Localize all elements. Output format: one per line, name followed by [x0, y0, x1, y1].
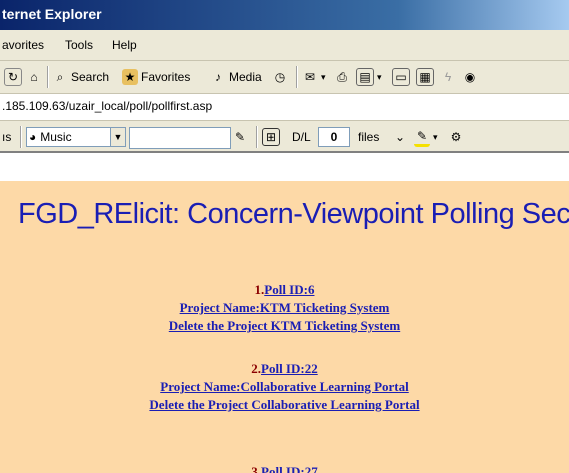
music-select[interactable]: ◕ Music ▼ [26, 127, 126, 147]
history-button[interactable]: ◷ [272, 67, 288, 87]
browser-chrome: avorites Tools Help ↻ ⌂ ⌕ Search ★ Favorit… [0, 30, 569, 153]
poll-item: 3.Poll ID:27 [0, 463, 569, 473]
select-chevron-icon[interactable]: ▼ [110, 128, 125, 146]
project-name-link[interactable]: Project Name:Collaborative Learning Port… [160, 379, 409, 394]
print-button[interactable]: ⎙ [334, 67, 350, 87]
collapse-button[interactable]: ⌄ [392, 127, 408, 147]
research-icon: ▦ [416, 68, 434, 86]
edit-button[interactable]: ▤ ▾ [356, 67, 382, 87]
mail-button[interactable]: ✉ ▾ [302, 67, 326, 87]
address-bar[interactable]: .185.109.63/uzair_local/poll/pollfirst.a… [0, 94, 569, 121]
history-icon: ◷ [274, 70, 286, 84]
links-left-label: ıs [2, 130, 12, 144]
poll-number: 2. [251, 361, 262, 376]
tools-button[interactable]: ⚙ [448, 127, 464, 147]
poll-id-link[interactable]: Poll ID:27 [261, 464, 318, 473]
address-url[interactable]: .185.109.63/uzair_local/poll/pollfirst.a… [2, 99, 212, 113]
standard-toolbar: ↻ ⌂ ⌕ Search ★ Favorites ♪ Media ◷ ✉ ▾ ⎙ ▤ ▾ … [0, 61, 569, 94]
poll-id-link[interactable]: Poll ID:6 [264, 282, 314, 297]
search-icon: ⌕ [56, 70, 64, 84]
favorites-button[interactable]: ★ Favorites [122, 67, 190, 87]
delete-project-link[interactable]: Delete the Project KTM Ticketing System [169, 318, 400, 333]
poll-number: 1. [254, 282, 265, 297]
highlighter-icon: ✎ [414, 128, 430, 147]
delete-project-link[interactable]: Delete the Project Collaborative Learnin… [149, 397, 419, 412]
search-pen-icon: ✎ [234, 130, 246, 144]
highlight-chevron-icon: ▾ [433, 131, 438, 142]
tools-icon: ⚙ [450, 130, 462, 144]
home-button[interactable]: ⌂ [26, 67, 42, 87]
page-title: FGD_RElicit: Concern-Viewpoint Polling S… [18, 198, 569, 230]
files-label: files [358, 130, 380, 144]
poll-number: 3. [251, 464, 262, 473]
refresh-button[interactable]: ↻ [4, 67, 22, 87]
refresh-icon: ↻ [4, 68, 22, 86]
search-button[interactable]: ⌕ Search [52, 67, 109, 87]
print-icon: ⎙ [337, 70, 347, 84]
links-toolbar: ıs ◕ Music ▼ ✎ ⊞ D/L 0 files ⌄ ✎ ▾ ⚙ [0, 121, 569, 153]
poll-item: 2.Poll ID:22 Project Name:Collaborative … [0, 360, 569, 414]
links-search-input[interactable] [129, 127, 231, 149]
messenger-icon: ◉ [464, 70, 476, 84]
search-go-button[interactable]: ✎ [232, 127, 248, 147]
window-titlebar: ternet Explorer [0, 0, 569, 30]
menu-bar: avorites Tools Help [0, 30, 569, 61]
menu-favorites[interactable]: avorites [2, 38, 44, 52]
flash-icon: ϟ [444, 70, 452, 84]
chevron-down-icon: ⌄ [394, 130, 406, 144]
edit-icon: ▤ [356, 68, 374, 86]
home-icon: ⌂ [30, 70, 38, 84]
poll-item: 1.Poll ID:6 Project Name:KTM Ticketing S… [0, 281, 569, 335]
mail-chevron-icon: ▾ [321, 71, 326, 82]
page-content: FGD_RElicit: Concern-Viewpoint Polling S… [0, 181, 569, 473]
view-icon: ⊞ [262, 128, 280, 146]
music-icon: ◕ [29, 130, 37, 144]
menu-help[interactable]: Help [112, 38, 137, 52]
favorites-icon: ★ [122, 69, 138, 85]
highlight-button[interactable]: ✎ ▾ [414, 127, 438, 147]
window-title: ternet Explorer [2, 6, 102, 22]
edit-chevron-icon: ▾ [377, 71, 382, 82]
discuss-button[interactable]: ▭ [392, 67, 410, 87]
media-button[interactable]: ♪ Media [210, 67, 262, 87]
poll-id-link[interactable]: Poll ID:22 [261, 361, 318, 376]
flash-button[interactable]: ϟ [440, 67, 456, 87]
discuss-icon: ▭ [392, 68, 410, 86]
messenger-button[interactable]: ◉ [462, 67, 478, 87]
dl-count: 0 [318, 127, 350, 147]
menu-tools[interactable]: Tools [65, 38, 93, 52]
project-name-link[interactable]: Project Name:KTM Ticketing System [180, 300, 390, 315]
mail-icon: ✉ [304, 70, 316, 84]
dl-label: D/L [292, 130, 311, 144]
media-icon: ♪ [215, 70, 221, 84]
research-button[interactable]: ▦ [416, 67, 434, 87]
view-button[interactable]: ⊞ [262, 127, 280, 147]
